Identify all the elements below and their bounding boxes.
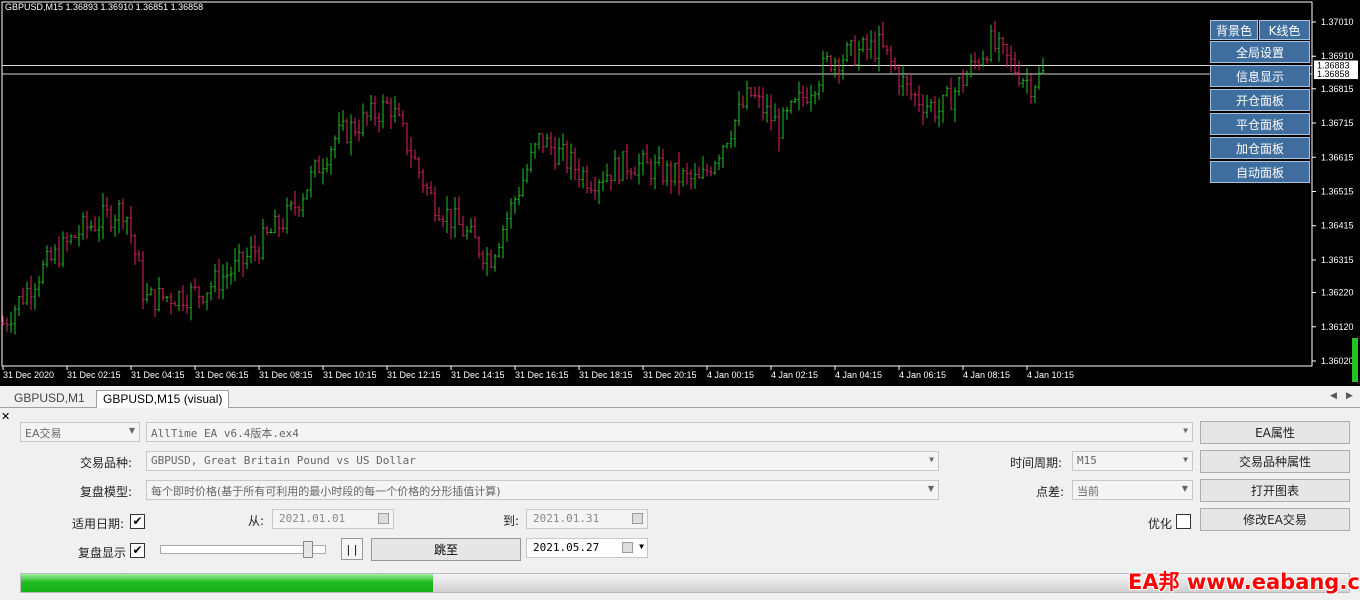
close-position-panel-button[interactable]: 平仓面板 (1210, 113, 1310, 135)
to-date-input[interactable]: 2021.01.31 (526, 509, 648, 529)
open-position-panel-button[interactable]: 开仓面板 (1210, 89, 1310, 111)
price-tick-label: 1.36315 (1321, 255, 1354, 265)
symbol-select[interactable]: GBPUSD, Great Britain Pound vs US Dollar… (146, 451, 939, 471)
use-date-label: 适用日期: (72, 517, 125, 531)
time-tick-label: 4 Jan 10:15 (1027, 370, 1074, 380)
price-chart[interactable]: GBPUSD,M15 1.36893 1.36910 1.36851 1.368… (0, 0, 1360, 386)
from-date-input[interactable]: 2021.01.01 (272, 509, 394, 529)
price-tag-label: 1.36858 (1317, 69, 1350, 79)
chevron-down-icon: ▼ (128, 426, 135, 435)
period-select-value: M15 (1077, 454, 1097, 467)
time-tick-label: 31 Dec 20:15 (643, 370, 697, 380)
calendar-icon (622, 542, 633, 553)
time-tick-label: 31 Dec 10:15 (323, 370, 377, 380)
time-tick-label: 4 Jan 00:15 (707, 370, 754, 380)
price-tick-label: 1.36515 (1321, 187, 1354, 197)
tab-scroll-right-icon[interactable]: ▶ (1346, 391, 1353, 401)
time-tick-label: 4 Jan 02:15 (771, 370, 818, 380)
to-date-value: 2021.01.31 (533, 512, 600, 525)
from-label: 从: (248, 514, 265, 528)
add-position-panel-button[interactable]: 加仓面板 (1210, 137, 1310, 159)
period-label: 时间周期: (1010, 456, 1063, 470)
price-tick-label: 1.36120 (1321, 322, 1354, 332)
symbol-properties-button[interactable]: 交易品种属性 (1200, 450, 1350, 473)
time-tick-label: 4 Jan 04:15 (835, 370, 882, 380)
skip-to-button[interactable]: 跳至 (371, 538, 521, 561)
price-tick-label: 1.36815 (1321, 84, 1354, 94)
candlestick-chart-canvas: GBPUSD,M15 1.36893 1.36910 1.36851 1.368… (1, 1, 1358, 382)
close-icon[interactable]: ✕ (1, 410, 10, 423)
time-tick-label: 31 Dec 04:15 (131, 370, 185, 380)
chevron-down-icon: ▼ (929, 455, 934, 464)
calendar-icon (378, 513, 389, 524)
mode-select[interactable]: EA交易 ▼ (20, 422, 140, 442)
optimize-checkbox[interactable] (1176, 514, 1191, 529)
chart-header-text: GBPUSD,M15 1.36893 1.36910 1.36851 1.368… (5, 2, 203, 12)
global-settings-button[interactable]: 全局设置 (1210, 41, 1310, 63)
chevron-down-icon: ▼ (1183, 426, 1188, 435)
pause-button[interactable]: | | (341, 538, 363, 560)
chevron-down-icon: ▼ (1183, 455, 1188, 464)
tab-gbpusd-m15-visual[interactable]: GBPUSD,M15 (visual) (96, 390, 230, 408)
time-tick-label: 31 Dec 14:15 (451, 370, 505, 380)
price-tick-label: 1.36615 (1321, 152, 1354, 162)
watermark-logo: EA邦 www.eabang.com (1128, 570, 1360, 594)
time-tick-label: 4 Jan 08:15 (963, 370, 1010, 380)
time-tick-label: 31 Dec 06:15 (195, 370, 249, 380)
to-label: 到: (503, 514, 520, 528)
skip-date-input[interactable]: 2021.05.27 ▼ (526, 538, 648, 558)
calendar-icon (632, 513, 643, 524)
progress-bar-fill (21, 574, 433, 592)
price-tick-label: 1.36415 (1321, 221, 1354, 231)
price-tick-label: 1.36715 (1321, 118, 1354, 128)
strategy-tester-panel: ✕ EA交易 ▼ AllTime EA v6.4版本.ex4 ▼ EA属性 交易品种… (0, 409, 1360, 600)
from-date-value: 2021.01.01 (279, 512, 346, 525)
time-tick-label: 31 Dec 08:15 (259, 370, 313, 380)
chevron-down-icon: ▼ (1181, 484, 1188, 493)
info-display-button[interactable]: 信息显示 (1210, 65, 1310, 87)
use-date-checkbox[interactable]: ✔ (130, 514, 145, 529)
visual-mode-checkbox[interactable]: ✔ (130, 543, 145, 558)
skip-date-value: 2021.05.27 (533, 541, 600, 554)
time-tick-label: 31 Dec 12:15 (387, 370, 441, 380)
speed-slider-track[interactable] (160, 545, 326, 554)
model-label: 复盘模型: (80, 485, 133, 499)
speed-slider-thumb[interactable] (303, 541, 313, 558)
symbol-select-value: GBPUSD, Great Britain Pound vs US Dollar (151, 454, 416, 467)
expert-select[interactable]: AllTime EA v6.4版本.ex4 ▼ (146, 422, 1193, 442)
modify-expert-button[interactable]: 修改EA交易 (1200, 508, 1350, 531)
tab-gbpusd-m1[interactable]: GBPUSD,M1 (8, 390, 91, 408)
symbol-label: 交易品种: (80, 456, 133, 470)
spread-select-value: 当前 (1077, 485, 1099, 498)
price-tick-label: 1.36220 (1321, 288, 1354, 298)
tab-scroll-left-icon[interactable]: ◀ (1330, 391, 1337, 401)
auto-panel-button[interactable]: 自动面板 (1210, 161, 1310, 183)
expert-properties-button[interactable]: EA属性 (1200, 421, 1350, 444)
mode-select-value: EA交易 (25, 427, 62, 440)
time-tick-label: 31 Dec 2020 (3, 370, 54, 380)
price-tick-label: 1.37010 (1321, 17, 1354, 27)
candle-color-button[interactable]: K线色 (1259, 20, 1310, 40)
price-tick-label: 1.36020 (1321, 356, 1354, 366)
chevron-down-icon: ▼ (927, 484, 934, 493)
model-select-value: 每个即时价格(基于所有可利用的最小时段的每一个价格的分形插值计算) (151, 485, 501, 498)
chevron-down-icon: ▼ (639, 542, 644, 551)
time-tick-label: 31 Dec 02:15 (67, 370, 121, 380)
plot-frame (1, 1, 1313, 367)
time-tick-label: 4 Jan 06:15 (899, 370, 946, 380)
volume-indicator-bar (1352, 338, 1358, 382)
open-chart-button[interactable]: 打开图表 (1200, 479, 1350, 502)
expert-select-value: AllTime EA v6.4版本.ex4 (151, 427, 299, 440)
spread-label: 点差: (1036, 485, 1065, 499)
visual-mode-label: 复盘显示 (78, 546, 127, 560)
time-tick-label: 31 Dec 18:15 (579, 370, 633, 380)
background-color-button[interactable]: 背景色 (1210, 20, 1258, 40)
optimize-label: 优化 (1148, 517, 1173, 531)
period-select[interactable]: M15 ▼ (1072, 451, 1193, 471)
chart-tab-strip: GBPUSD,M1 GBPUSD,M15 (visual) ◀ ▶ (0, 388, 1360, 408)
model-select[interactable]: 每个即时价格(基于所有可利用的最小时段的每一个价格的分形插值计算) ▼ (146, 480, 939, 500)
time-tick-label: 31 Dec 16:15 (515, 370, 569, 380)
spread-select[interactable]: 当前 ▼ (1072, 480, 1193, 500)
